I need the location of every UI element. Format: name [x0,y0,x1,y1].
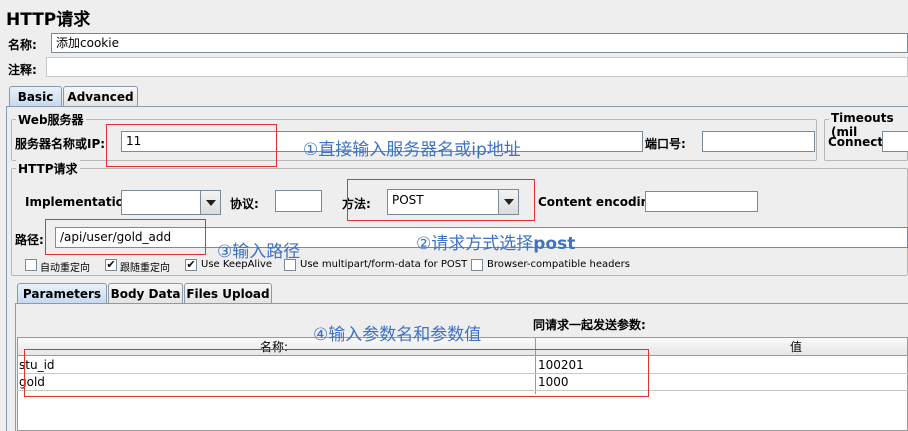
tab-parameters[interactable]: Parameters [17,283,107,304]
tab-body-data[interactable]: Body Data [108,283,183,304]
annotation-server: ①直接输入服务器名或ip地址 [303,140,521,160]
browser-headers-checkbox[interactable] [471,259,483,271]
annotation-method-keyword: post [533,234,576,254]
highlight-method [347,179,535,221]
highlight-params [24,349,649,397]
params-caption: 同请求一起发送参数: [533,318,646,332]
web-server-title: Web服务器 [16,111,86,128]
column-header-value[interactable]: 值 [790,340,802,355]
http-request-title: HTTP请求 [16,160,80,177]
comment-label: 注释: [8,63,37,77]
tab-basic[interactable]: Basic [9,86,62,107]
multipart-label: Use multipart/form-data for POST [300,259,468,270]
browser-headers-label: Browser-compatible headers [487,259,630,270]
protocol-label: 协议: [230,197,259,211]
auto-redirect-label: 自动重定向 [40,263,90,274]
annotation-params: ④输入参数名和参数值 [313,325,482,345]
tab-advanced[interactable]: Advanced [63,86,138,107]
name-field[interactable]: 添加cookie [51,33,908,53]
annotation-method: ②请求方式选择post [416,229,575,254]
keepalive-checkbox[interactable]: ✔ [185,259,197,271]
tab-files-upload[interactable]: Files Upload [184,283,272,304]
port-field[interactable] [702,131,815,152]
highlight-server [106,124,277,167]
annotation-method-text: ②请求方式选择 [416,234,534,254]
implementation-select[interactable] [121,190,221,215]
highlight-path [45,219,206,255]
connect-field[interactable] [882,131,908,152]
auto-redirect-checkbox[interactable] [25,259,37,271]
follow-redirect-label: 跟随重定向 [120,263,170,274]
encoding-field[interactable] [645,191,758,212]
path-label: 路径: [15,233,44,247]
protocol-field[interactable] [275,190,322,212]
name-label: 名称: [8,38,37,52]
server-label: 服务器名称或IP: [15,137,106,151]
follow-redirect-checkbox[interactable]: ✔ [105,259,117,271]
annotation-path: ③输入路径 [217,242,301,262]
connect-label: Connect: [828,135,888,149]
encoding-label: Content encoding: [538,195,663,209]
chevron-down-icon[interactable] [200,191,220,214]
comment-field[interactable] [46,57,908,77]
page-title: HTTP请求 [6,10,91,30]
port-label: 端口号: [645,137,686,151]
